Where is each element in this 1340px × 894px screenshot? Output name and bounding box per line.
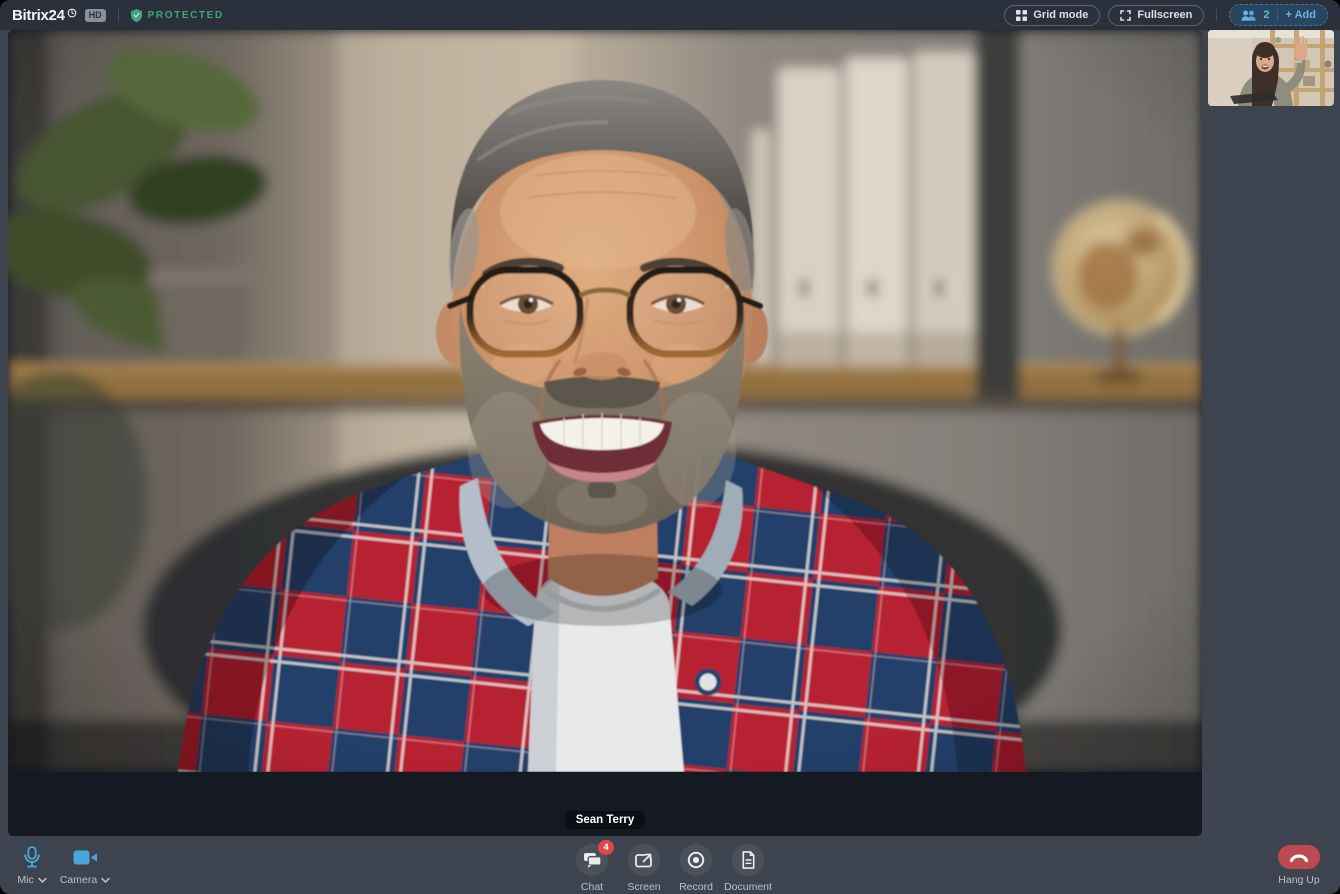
people-icon: [1241, 10, 1256, 21]
participants-divider: [1277, 10, 1279, 21]
chevron-down-icon: [38, 878, 47, 883]
camera-label: Camera: [60, 874, 97, 886]
camera-button[interactable]: Camera: [56, 836, 114, 886]
topbar-divider: [1216, 9, 1217, 21]
record-icon: [687, 851, 705, 869]
center-controls: 4 Chat Screen: [566, 836, 774, 893]
participants-count: 2: [1263, 9, 1269, 21]
call-controls-bar: Mic Camera: [0, 836, 1340, 894]
hangup-button[interactable]: Hang Up: [1270, 836, 1328, 886]
fullscreen-label: Fullscreen: [1137, 9, 1192, 21]
screen-share-label: Screen: [627, 881, 660, 893]
fullscreen-button[interactable]: Fullscreen: [1108, 5, 1204, 26]
chat-button[interactable]: 4 Chat: [566, 836, 618, 893]
topbar-divider: [118, 9, 119, 21]
hangup-icon: [1289, 852, 1309, 862]
participant-name-badge: Sean Terry: [566, 811, 645, 829]
screen-share-icon: [635, 852, 653, 868]
chat-icon: [583, 852, 602, 869]
mic-icon: [22, 845, 42, 869]
document-button[interactable]: Document: [722, 836, 774, 893]
chevron-down-icon: [101, 878, 110, 883]
hangup-label: Hang Up: [1278, 874, 1319, 886]
main-video-feed: Sean Terry: [8, 30, 1202, 836]
clock-icon: [67, 8, 77, 18]
self-view-thumbnail[interactable]: [1208, 30, 1334, 106]
self-view-video: [1208, 30, 1334, 106]
participant-name: Sean Terry: [576, 814, 635, 826]
add-participant-label: + Add: [1286, 9, 1316, 21]
grid-mode-button[interactable]: Grid mode: [1004, 5, 1100, 26]
app-logo: Bitrix24: [12, 8, 77, 23]
chat-label: Chat: [581, 881, 603, 893]
hd-badge: HD: [85, 9, 106, 22]
screen-share-button[interactable]: Screen: [618, 836, 670, 893]
participants-button[interactable]: 2 + Add: [1229, 4, 1328, 26]
grid-mode-label: Grid mode: [1033, 9, 1088, 21]
document-icon: [741, 851, 756, 869]
document-label: Document: [724, 881, 772, 893]
record-button[interactable]: Record: [670, 836, 722, 893]
grid-icon: [1016, 10, 1027, 21]
shield-icon: [131, 9, 142, 22]
record-label: Record: [679, 881, 713, 893]
app-logo-text: Bitrix24: [12, 8, 65, 23]
camera-icon: [73, 849, 98, 866]
video-call-window: Bitrix24 HD PROTECTED Grid mode Fulls: [0, 0, 1340, 894]
hangup-pill: [1278, 845, 1320, 869]
mic-label: Mic: [17, 874, 33, 886]
fullscreen-icon: [1120, 10, 1131, 21]
protected-label: PROTECTED: [148, 10, 224, 21]
mic-button[interactable]: Mic: [10, 836, 54, 886]
chat-unread-badge: 4: [598, 840, 614, 855]
speaker-video-frame: [8, 30, 1202, 772]
topbar: Bitrix24 HD PROTECTED Grid mode Fulls: [0, 0, 1340, 30]
